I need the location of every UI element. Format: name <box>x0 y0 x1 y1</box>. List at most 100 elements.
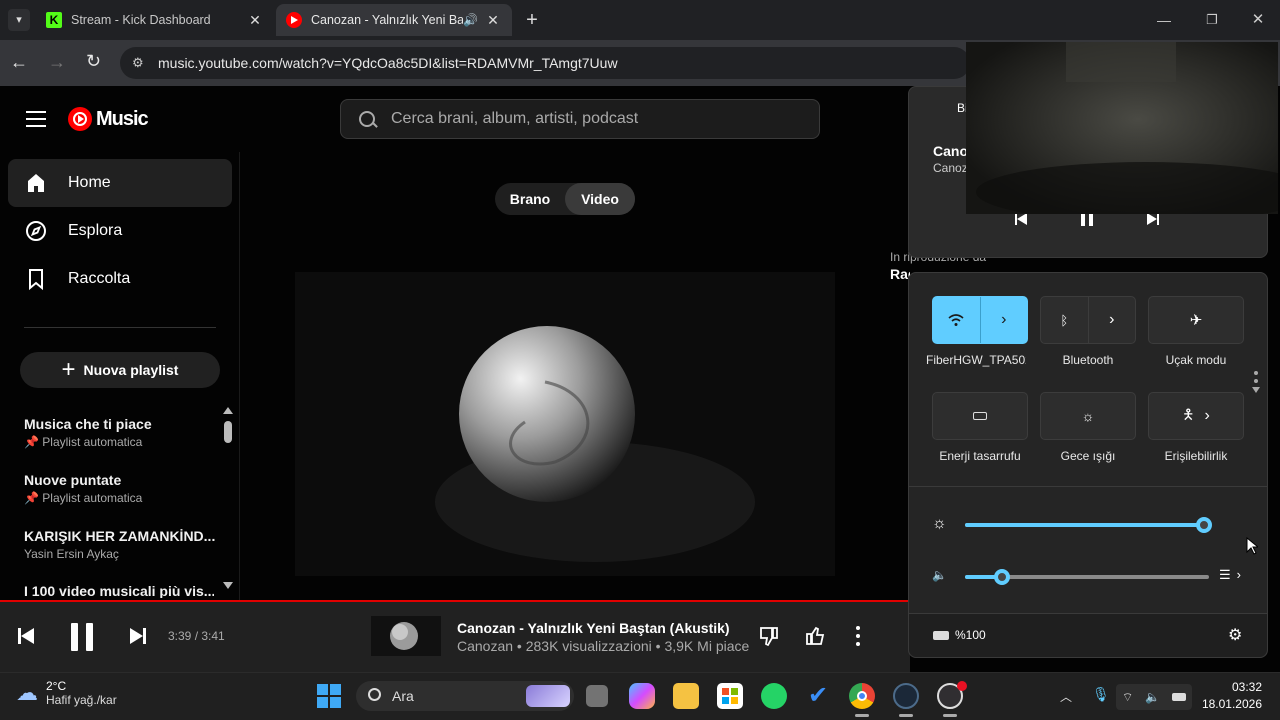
tab-search-button[interactable]: ▾ <box>8 9 30 31</box>
playlist-title[interactable]: Nuove puntate <box>24 472 121 488</box>
todo-icon[interactable]: ✔ <box>805 683 831 709</box>
chevron-up-icon[interactable]: ︿ <box>1060 688 1072 705</box>
next-button[interactable] <box>126 624 150 648</box>
more-options-icon[interactable] <box>855 626 861 646</box>
system-tray-status[interactable]: ⌔ 🔈 <box>1116 684 1192 710</box>
audio-output-button[interactable]: ☰ › <box>1219 567 1241 583</box>
wifi-toggle[interactable]: › <box>932 296 1028 344</box>
battery-saver-label: Enerji tasarrufu <box>939 449 1021 463</box>
playlist-title[interactable]: I 100 video musicali più vis... <box>24 583 214 598</box>
track-title[interactable]: Canozan - Yalnızlık Yeni Baştan (Akustik… <box>457 620 730 636</box>
accessibility-toggle[interactable]: 🯅 › <box>1148 392 1244 440</box>
media-pause-icon[interactable] <box>1081 214 1093 226</box>
forward-icon[interactable]: → <box>48 52 66 73</box>
playlist-title[interactable]: Musica che ti piace <box>24 416 152 432</box>
thumbs-up-icon <box>806 626 825 645</box>
battery-saver-icon <box>973 412 987 420</box>
youtube-music-logo-icon <box>68 107 92 131</box>
sidebar-item-label: Esplora <box>68 222 123 239</box>
brightness-slider[interactable] <box>965 517 1213 533</box>
microsoft-store-icon[interactable] <box>717 683 743 709</box>
sidebar-scrollbar[interactable] <box>224 421 232 443</box>
close-tab-icon[interactable]: ✕ <box>246 12 264 29</box>
next-icon <box>130 628 146 644</box>
wifi-icon: ⌔ <box>1121 689 1134 704</box>
night-light-toggle[interactable]: ☼ <box>1040 392 1136 440</box>
sidebar-item-explore[interactable]: Esplora <box>8 207 232 255</box>
close-window-button[interactable]: ✕ <box>1244 6 1272 34</box>
close-tab-icon[interactable]: ✕ <box>484 12 502 29</box>
kick-icon: K <box>46 12 62 28</box>
browser-tab-kick[interactable]: K Stream - Kick Dashboard ✕ <box>36 4 274 36</box>
pause-button[interactable] <box>64 619 100 655</box>
battery-saver-toggle[interactable] <box>932 392 1028 440</box>
search-box[interactable]: Cerca brani, album, artisti, podcast <box>340 99 820 139</box>
site-info-icon[interactable]: ⚙ <box>132 55 144 71</box>
media-next-icon[interactable] <box>1147 213 1159 225</box>
reload-icon[interactable]: ↻ <box>86 51 101 72</box>
steam-icon[interactable] <box>893 683 919 709</box>
track-subtitle: Canozan • 283K visualizzazioni • 3,9K Mi… <box>457 638 750 654</box>
wifi-label: FiberHGW_TPA502 <box>926 353 1026 367</box>
youtube-music-favicon-icon <box>286 12 302 28</box>
taskbar-search[interactable]: Ara <box>356 681 574 711</box>
restore-window-button[interactable]: ❐ <box>1198 6 1226 34</box>
sidebar-divider <box>24 327 216 328</box>
back-icon[interactable]: ← <box>10 52 28 73</box>
airplane-mode-toggle[interactable]: ✈ <box>1148 296 1244 344</box>
scroll-down-icon[interactable] <box>223 582 233 589</box>
speaker-icon: 🔈 <box>1145 690 1161 704</box>
song-tab[interactable]: Brano <box>495 183 565 215</box>
media-previous-icon[interactable] <box>1015 213 1027 225</box>
search-icon <box>359 111 378 128</box>
speaker-icon[interactable]: 🔊 <box>463 13 478 27</box>
new-playlist-button[interactable]: + Nuova playlist <box>20 352 220 388</box>
sidebar-item-library[interactable]: Raccolta <box>8 255 232 303</box>
active-app-indicator <box>943 714 957 717</box>
song-video-toggle: Brano Video <box>495 183 635 215</box>
previous-icon <box>18 628 34 644</box>
clock[interactable]: 03:32 18.01.2026 <box>1200 680 1262 711</box>
pin-icon: 📌 <box>24 491 39 505</box>
url-bar[interactable]: ⚙ music.youtube.com/watch?v=YQdcOa8c5DI&… <box>120 47 970 79</box>
microphone-icon[interactable]: 🎙 <box>1092 686 1110 703</box>
track-thumbnail[interactable] <box>371 616 441 656</box>
start-button[interactable] <box>317 684 341 708</box>
dislike-button[interactable] <box>757 624 781 648</box>
new-tab-button[interactable]: + <box>520 8 544 32</box>
scroll-up-icon[interactable] <box>223 407 233 414</box>
task-view-icon[interactable] <box>586 685 608 707</box>
settings-gear-icon[interactable]: ⚙ <box>1228 625 1242 645</box>
volume-icon[interactable]: 🔈 <box>932 568 947 582</box>
active-app-indicator <box>855 714 869 717</box>
whatsapp-icon[interactable] <box>761 683 787 709</box>
weather-widget[interactable]: ☁ 2°C Hafif yağ./kar <box>16 679 117 707</box>
clock-date: 18.01.2026 <box>1201 697 1262 711</box>
obs-icon[interactable] <box>937 681 967 709</box>
minimize-window-button[interactable]: — <box>1150 6 1178 34</box>
battery-percent: %100 <box>955 628 986 642</box>
page-indicator[interactable] <box>1252 371 1260 393</box>
video-tab[interactable]: Video <box>565 183 635 215</box>
tab-title: Canozan - Yalnızlık Yeni Baş <box>311 13 464 27</box>
chevron-right-icon[interactable]: › <box>981 297 1028 343</box>
thumbs-down-icon <box>760 627 778 647</box>
browser-tab-youtube-music[interactable]: Canozan - Yalnızlık Yeni Baş 🔊 ✕ <box>276 4 512 36</box>
file-explorer-icon[interactable] <box>673 683 699 709</box>
volume-slider[interactable] <box>965 569 1209 585</box>
copilot-icon[interactable] <box>629 683 655 709</box>
bluetooth-toggle[interactable]: ᛒ › <box>1040 296 1136 344</box>
video-player[interactable] <box>295 272 835 576</box>
volume-thumb[interactable] <box>993 569 1010 585</box>
youtube-music-logo[interactable]: Music <box>68 107 149 131</box>
previous-button[interactable] <box>14 624 38 648</box>
menu-icon[interactable] <box>26 111 46 127</box>
battery-status[interactable]: %100 <box>933 628 986 642</box>
brightness-thumb[interactable] <box>1196 517 1213 533</box>
chrome-icon[interactable] <box>849 683 875 709</box>
chevron-right-icon[interactable]: › <box>1205 407 1210 425</box>
sidebar-item-home[interactable]: Home <box>8 159 232 207</box>
playlist-title[interactable]: KARIŞIK HER ZAMANKİND... <box>24 528 215 544</box>
chevron-right-icon[interactable]: › <box>1089 297 1136 343</box>
like-button[interactable] <box>803 624 827 648</box>
